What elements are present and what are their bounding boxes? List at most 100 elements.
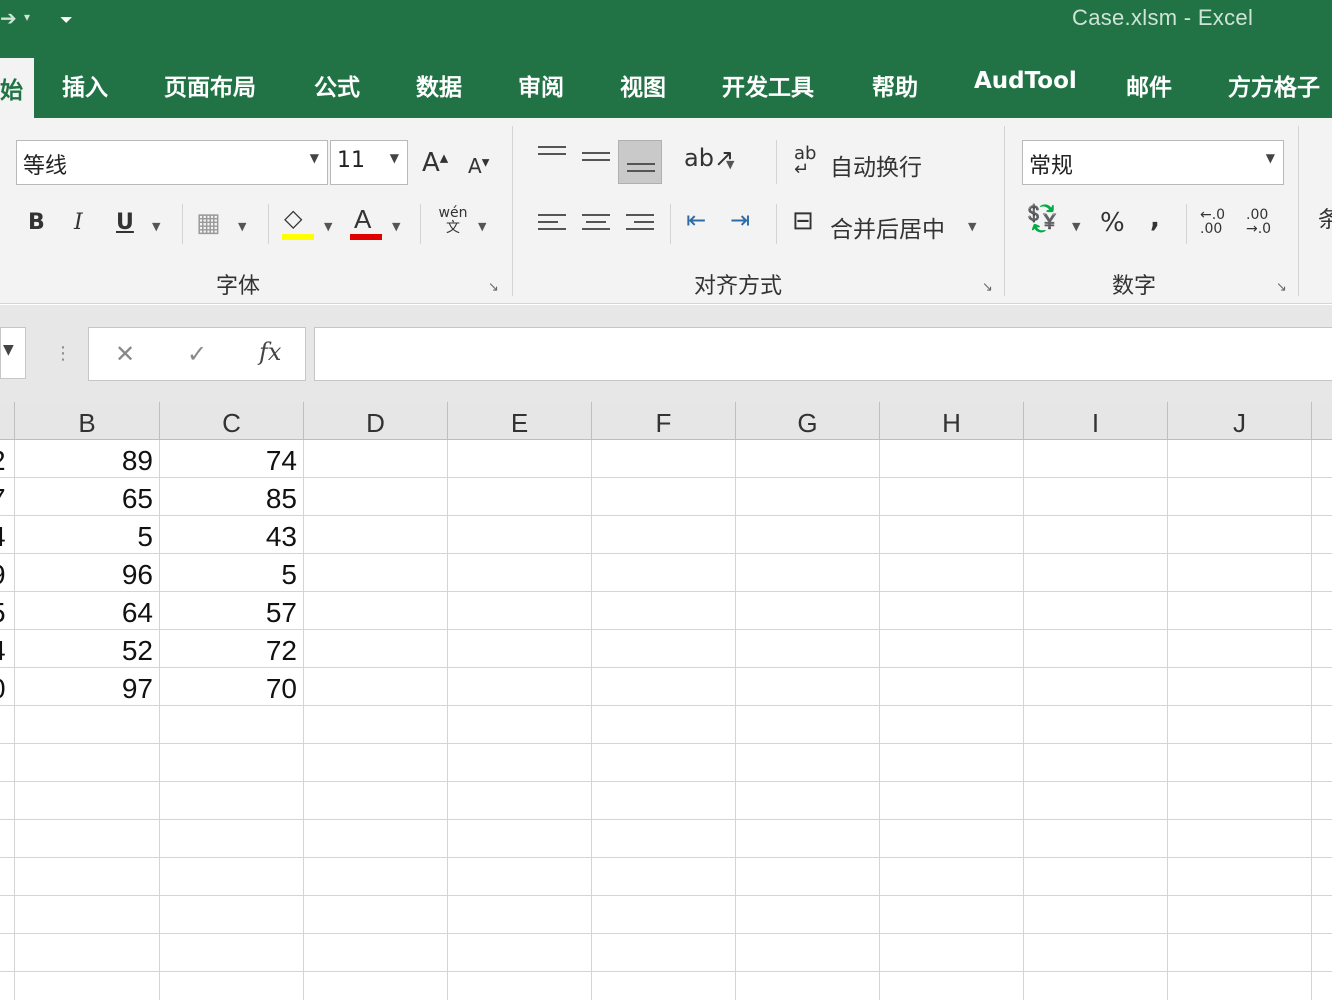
decrease-indent-icon[interactable]: ⇤ [686,206,706,234]
cell-b4[interactable]: 96 [14,556,159,594]
cell-b6[interactable]: 52 [14,632,159,670]
chevron-down-icon[interactable]: ▼ [1072,220,1080,233]
font-name-combo[interactable]: 等线 ▼ [16,140,328,185]
chevron-down-icon[interactable]: ▼ [392,220,400,233]
gridline [735,440,736,1000]
chevron-down-icon[interactable]: ▼ [968,220,976,233]
font-name-value: 等线 [23,154,68,179]
increase-indent-icon[interactable]: ⇥ [730,206,750,234]
phonetic-guide-button[interactable]: wén 文 [436,206,470,236]
merge-center-icon[interactable]: ⊟ [792,206,814,236]
align-middle-icon[interactable] [582,152,610,166]
column-header-c[interactable]: C [159,402,303,440]
align-top-icon[interactable] [538,146,566,160]
cell-b1[interactable]: 89 [14,442,159,480]
borders-icon[interactable]: ▦ [196,208,221,238]
more-options-icon[interactable]: ⋮ [54,343,72,364]
name-box[interactable]: ▼ [0,327,26,379]
font-color-button[interactable]: A [354,204,371,235]
column-header-g[interactable]: G [735,402,879,440]
tab-help[interactable]: 帮助 [872,68,918,102]
insert-function-icon[interactable]: fx [259,338,281,366]
wrap-text-icon[interactable]: ab ↵ [794,145,820,179]
tab-home[interactable]: 始 [0,58,34,118]
align-left-icon[interactable] [538,214,566,235]
bold-button[interactable]: B [28,210,45,235]
grow-font-label: A [422,148,440,178]
cell-a4[interactable]: 9 [0,556,10,594]
align-bottom-button[interactable] [618,140,662,184]
alignment-group-label: 对齐方式 [694,274,783,299]
column-header-b[interactable]: B [14,402,159,440]
accounting-format-icon[interactable]: 💱 [1026,204,1058,234]
comma-style-button[interactable]: , [1150,204,1160,234]
column-header-f[interactable]: F [591,402,735,440]
enter-icon[interactable]: ✓ [187,340,207,368]
column-header-i[interactable]: I [1023,402,1167,440]
tab-view[interactable]: 视图 [620,68,666,102]
cell-c2[interactable]: 85 [159,480,303,518]
wrap-text-button[interactable]: 自动换行 [830,148,922,182]
tab-fangfang[interactable]: 方方格子 [1228,68,1320,102]
cell-a1[interactable]: 2 [0,442,10,480]
redo-arrow-icon[interactable]: ➔ [0,6,17,30]
merge-center-button[interactable]: 合并后居中 [830,210,945,244]
tab-developer[interactable]: 开发工具 [722,68,814,102]
conditional-format-cutoff[interactable]: 条 [1318,202,1332,234]
number-format-combo[interactable]: 常规 ▼ [1022,140,1284,185]
dialog-launcher-icon[interactable]: ↘ [1276,280,1287,295]
increase-decimal-button[interactable]: ←.0 .00 [1200,208,1232,236]
cancel-icon[interactable]: ✕ [115,340,135,368]
gridline [0,857,1332,858]
chevron-down-icon[interactable]: ▼ [152,220,160,233]
cell-b3[interactable]: 5 [14,518,159,556]
cell-a7[interactable]: 0 [0,670,10,708]
column-header-d[interactable]: D [303,402,447,440]
chevron-down-icon[interactable]: ▼ [478,220,486,233]
underline-button[interactable]: U [116,210,134,235]
column-headers: B C D E F G H I J [0,402,1332,440]
cell-b5[interactable]: 64 [14,594,159,632]
cell-a2[interactable]: 7 [0,480,10,518]
cell-c1[interactable]: 74 [159,442,303,480]
column-header-e[interactable]: E [447,402,591,440]
tab-review[interactable]: 审阅 [518,68,564,102]
italic-button[interactable]: I [74,210,83,235]
column-header-j[interactable]: J [1167,402,1311,440]
chevron-down-icon[interactable]: ▾ [24,10,30,24]
cell-c4[interactable]: 5 [159,556,303,594]
chevron-down-icon[interactable]: ▼ [726,158,734,171]
chevron-down-icon[interactable]: ▼ [238,220,246,233]
cell-a3[interactable]: 4 [0,518,10,556]
formula-input[interactable] [314,327,1332,381]
tab-page-layout[interactable]: 页面布局 [164,68,256,102]
decrease-decimal-button[interactable]: .00 →.0 [1246,208,1278,236]
chevron-down-icon[interactable]: ▼ [324,220,332,233]
worksheet-grid[interactable]: 2 7 4 9 5 4 0 89 65 5 96 64 52 97 74 85 … [0,440,1332,1000]
column-header-h[interactable]: H [879,402,1023,440]
customize-quick-access-icon[interactable]: ⏷ [60,10,73,30]
tab-insert[interactable]: 插入 [62,68,108,102]
cell-c7[interactable]: 70 [159,670,303,708]
column-header-k[interactable] [1311,402,1332,440]
percent-style-button[interactable]: % [1100,208,1125,238]
cell-a6[interactable]: 4 [0,632,10,670]
align-right-icon[interactable] [626,214,654,235]
align-center-icon[interactable] [582,214,610,235]
shrink-font-button[interactable]: A▼ [468,154,489,178]
cell-c5[interactable]: 57 [159,594,303,632]
cell-a5[interactable]: 5 [0,594,10,632]
tab-formulas[interactable]: 公式 [314,68,360,102]
cell-b7[interactable]: 97 [14,670,159,708]
tab-mail[interactable]: 邮件 [1126,68,1172,102]
dialog-launcher-icon[interactable]: ↘ [488,280,499,295]
cell-c6[interactable]: 72 [159,632,303,670]
font-size-combo[interactable]: 11 ▼ [330,140,408,185]
dialog-launcher-icon[interactable]: ↘ [982,280,993,295]
tab-audtool[interactable]: AudTool [974,68,1077,94]
cell-c3[interactable]: 43 [159,518,303,556]
grow-font-button[interactable]: A▲ [422,148,448,178]
tab-data[interactable]: 数据 [416,68,462,102]
fill-color-icon[interactable]: ◇ [284,204,302,232]
cell-b2[interactable]: 65 [14,480,159,518]
